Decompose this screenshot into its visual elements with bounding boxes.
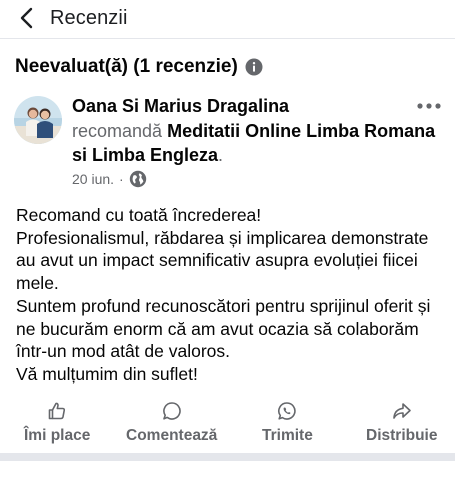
- review-line: Vă mulțumim din suflet!: [16, 363, 198, 384]
- chevron-left-icon: [20, 7, 33, 29]
- recommendation-period: .: [218, 145, 224, 165]
- more-options-icon: [417, 103, 441, 109]
- section-heading: Neevaluat(ă) (1 recenzie): [15, 56, 263, 78]
- section-heading-text: Neevaluat(ă) (1 recenzie): [15, 56, 238, 77]
- comment-label: Comentează: [126, 427, 218, 444]
- review-date[interactable]: 20 iun.: [72, 171, 114, 187]
- review-meta: 20 iun. ·: [72, 170, 147, 188]
- back-button[interactable]: [6, 0, 46, 36]
- globe-icon: [129, 170, 147, 188]
- thumbs-up-icon: [46, 400, 68, 422]
- top-bar: Recenzii: [0, 0, 455, 36]
- send-label: Trimite: [262, 427, 313, 444]
- like-label: Îmi place: [24, 427, 91, 444]
- review-text: Recomand cu toată încrederea! Profesiona…: [16, 204, 446, 386]
- review-author[interactable]: Oana Si Marius Dragalina: [72, 96, 289, 117]
- like-button[interactable]: Îmi place: [24, 400, 90, 445]
- page-footer-space: [0, 461, 455, 480]
- recommendation-verb: recomandă: [72, 121, 163, 141]
- more-options-button[interactable]: [415, 94, 443, 118]
- recommendation-line: recomandă Meditatii Online Limba Romana …: [72, 119, 442, 167]
- page-title: Recenzii: [50, 6, 128, 29]
- send-button[interactable]: Trimite: [262, 400, 313, 445]
- info-icon[interactable]: [245, 58, 263, 76]
- comment-icon: [161, 400, 183, 422]
- comment-button[interactable]: Comentează: [126, 400, 217, 445]
- header-divider: [0, 38, 455, 39]
- avatar[interactable]: [14, 96, 62, 144]
- share-label: Distribuie: [366, 427, 438, 444]
- action-bar: Îmi place Comentează Trimite Distribuie: [0, 400, 455, 450]
- share-icon: [391, 400, 413, 422]
- whatsapp-icon: [276, 400, 298, 422]
- review-line: Profesionalismul, răbdarea și implicarea…: [16, 227, 429, 294]
- meta-separator: ·: [119, 171, 124, 187]
- review-line: Recomand cu toată încrederea!: [16, 205, 262, 225]
- review-line: Suntem profund recunoscători pentru spri…: [16, 295, 431, 362]
- share-button[interactable]: Distribuie: [366, 400, 437, 445]
- section-divider: [0, 453, 455, 461]
